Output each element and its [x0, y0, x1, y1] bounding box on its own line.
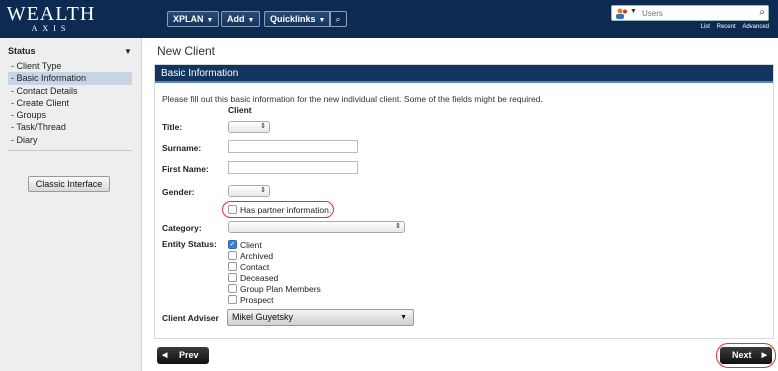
partner-label: Has partner information. — [240, 205, 332, 215]
status-archived-label: Archived — [240, 251, 274, 261]
sidebar: Status ▼ - Client Type - Basic Informati… — [0, 38, 142, 371]
classic-interface-button[interactable]: Classic Interface — [28, 176, 110, 192]
recent-link[interactable]: Recent — [717, 24, 736, 30]
gender-select[interactable]: ⇕ — [228, 185, 270, 197]
advanced-link[interactable]: Advanced — [742, 24, 769, 30]
users-icon[interactable] — [615, 8, 629, 19]
sidebar-steps: - Client Type - Basic Information - Cont… — [8, 60, 132, 146]
sidebar-item-basic-information[interactable]: - Basic Information — [8, 72, 132, 85]
status-group-plan-members-label: Group Plan Members — [240, 284, 321, 294]
status-contact-label: Contact — [240, 262, 270, 272]
chevron-down-icon: ▼ — [206, 17, 214, 24]
logo-top-text: WEALTH — [6, 3, 96, 25]
sidebar-item-contact-details[interactable]: - Contact Details — [8, 85, 132, 97]
checkmark-icon: ✓ — [229, 241, 236, 248]
chevron-down-icon: ▼ — [247, 17, 255, 24]
client-column-header: Client — [228, 105, 252, 115]
wealth-axis-logo[interactable]: WEALTH AXIS — [6, 4, 96, 36]
quick-search-button[interactable]: ⌕ — [329, 11, 347, 27]
contact-status-checkbox[interactable] — [228, 262, 237, 271]
logo-bottom-text: AXIS — [31, 24, 71, 33]
next-label: Next — [732, 350, 752, 360]
sidebar-item-client-type[interactable]: - Client Type — [8, 60, 132, 72]
user-search-input[interactable] — [642, 7, 754, 19]
chevron-down-icon: ▼ — [318, 17, 326, 24]
intro-text: Please fill out this basic information f… — [162, 94, 543, 104]
title-select[interactable]: ⇕ — [228, 121, 270, 133]
client-status-checkbox[interactable]: ✓ — [228, 240, 237, 249]
sidebar-item-create-client[interactable]: - Create Client — [8, 97, 132, 109]
quicklinks-menu-button[interactable]: Quicklinks ▼ — [264, 11, 332, 27]
panel-header: Basic Information — [155, 65, 773, 83]
sidebar-divider — [8, 150, 132, 151]
user-search-links: List Recent Advanced — [696, 24, 769, 30]
quicklinks-label: Quicklinks — [270, 14, 316, 24]
collapse-triangle-icon[interactable]: ▼ — [124, 47, 132, 56]
user-search-box[interactable]: ▼ ⌕ — [611, 5, 769, 21]
select-arrows-icon: ⇕ — [260, 187, 266, 194]
sidebar-item-task-thread[interactable]: - Task/Thread — [8, 121, 132, 133]
prospect-status-checkbox[interactable] — [228, 295, 237, 304]
status-client-label: Client — [240, 240, 262, 250]
archived-status-checkbox[interactable] — [228, 251, 237, 260]
prev-button[interactable]: ◀ Prev — [157, 347, 209, 364]
group-plan-members-status-checkbox[interactable] — [228, 284, 237, 293]
gender-label: Gender: — [162, 187, 195, 197]
surname-input[interactable] — [228, 140, 358, 153]
list-link[interactable]: List — [701, 24, 710, 30]
sidebar-item-diary[interactable]: - Diary — [8, 134, 132, 146]
arrow-left-icon: ◀ — [162, 352, 168, 359]
client-adviser-select[interactable]: Mikel Guyetsky ▼ — [227, 309, 414, 326]
title-label: Title: — [162, 122, 183, 132]
sidebar-heading: Status — [8, 46, 36, 56]
add-menu-button[interactable]: Add ▼ — [221, 11, 261, 27]
chevron-down-icon: ▼ — [400, 314, 407, 321]
arrow-right-icon: ▶ — [761, 352, 767, 359]
status-prospect-label: Prospect — [240, 295, 274, 305]
select-arrows-icon: ⇕ — [395, 223, 401, 230]
search-magnifier-icon: ⌕ — [335, 14, 341, 24]
chevron-down-icon[interactable]: ▼ — [630, 8, 637, 15]
category-label: Category: — [162, 223, 202, 233]
status-deceased-label: Deceased — [240, 273, 279, 283]
first-name-input[interactable] — [228, 161, 358, 174]
client-adviser-label: Client Adviser — [162, 313, 219, 323]
next-button[interactable]: Next ▶ — [720, 347, 772, 364]
xplan-label: XPLAN — [173, 14, 204, 24]
top-bar: WEALTH AXIS XPLAN ▼ Add ▼ Quicklinks ▼ ⌕ ▼ … — [0, 0, 778, 38]
client-adviser-value: Mikel Guyetsky — [232, 312, 294, 322]
xplan-menu-button[interactable]: XPLAN ▼ — [167, 11, 220, 27]
select-arrows-icon: ⇕ — [260, 123, 266, 130]
sidebar-item-groups[interactable]: - Groups — [8, 109, 132, 121]
partner-checkbox[interactable] — [228, 205, 237, 214]
surname-label: Surname: — [162, 143, 202, 153]
prev-label: Prev — [179, 350, 199, 360]
deceased-status-checkbox[interactable] — [228, 273, 237, 282]
add-label: Add — [227, 14, 245, 24]
entity-status-label: Entity Status: — [162, 239, 217, 249]
search-icon[interactable]: ⌕ — [759, 7, 765, 18]
first-name-label: First Name: — [162, 164, 209, 174]
page-title: New Client — [157, 44, 216, 58]
category-select[interactable]: ⇕ — [228, 221, 405, 233]
